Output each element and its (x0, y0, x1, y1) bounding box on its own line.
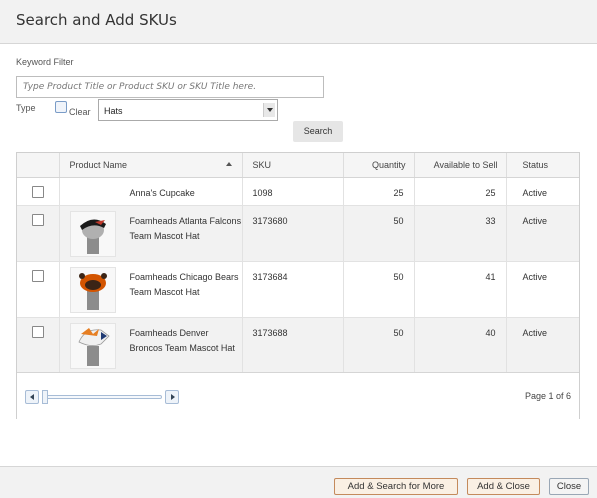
product-name-label: Foamheads Denver Broncos Team Mascot Hat (129, 327, 235, 353)
quantity-cell: 50 (343, 261, 415, 318)
sort-up-icon[interactable] (225, 162, 232, 166)
grid-pager: Page 1 of 6 (17, 372, 579, 419)
header-product-name-label: Product Name (69, 159, 128, 170)
product-thumbnail (69, 266, 116, 313)
sku-cell: 1098 (242, 177, 344, 206)
product-name-cell: Foamheads Chicago Bears Team Mascot Hat (59, 261, 243, 318)
product-name-cell: Foamheads Denver Broncos Team Mascot Hat (59, 317, 243, 374)
checkbox-icon[interactable] (32, 269, 44, 282)
header-select (17, 153, 60, 178)
page-info: Page 1 of 6 (524, 391, 571, 401)
dropdown-arrow-icon[interactable] (263, 103, 275, 117)
header-available[interactable]: Available to Sell (414, 153, 507, 178)
scroll-track[interactable] (42, 395, 162, 399)
table-row[interactable]: Foamheads Atlanta Falcons Team Mascot Ha… (17, 205, 579, 262)
header-status[interactable]: Status (506, 153, 579, 178)
sku-cell: 3173688 (242, 317, 344, 374)
type-select[interactable]: Hats (98, 99, 278, 121)
horizontal-scrollbar[interactable] (25, 390, 179, 404)
product-name-label: Foamheads Atlanta Falcons Team Mascot Ha… (129, 215, 242, 241)
product-thumbnail (69, 322, 116, 369)
scroll-right-icon[interactable] (165, 390, 179, 404)
checkbox-icon[interactable] (32, 325, 44, 338)
header-product-name[interactable]: Product Name (59, 153, 243, 178)
broncos-hat-image (77, 327, 110, 366)
keyword-filter-input[interactable] (16, 76, 324, 98)
available-cell: 25 (414, 177, 507, 206)
sku-grid: Product Name SKU Quantity Available to S… (16, 152, 580, 419)
close-button[interactable]: Close (549, 478, 589, 495)
search-add-skus-dialog: Search and Add SKUs Keyword Filter Type … (0, 0, 597, 498)
available-cell: 33 (414, 205, 507, 262)
row-select-cell (17, 177, 60, 206)
table-row[interactable]: Foamheads Denver Broncos Team Mascot Hat… (17, 317, 579, 374)
available-cell: 40 (414, 317, 507, 374)
sku-table: Product Name SKU Quantity Available to S… (17, 153, 579, 374)
header-quantity[interactable]: Quantity (343, 153, 415, 178)
status-cell: Active (506, 261, 579, 318)
status-cell: Active (506, 205, 579, 262)
dialog-title: Search and Add SKUs (16, 11, 177, 29)
row-select-cell (17, 261, 60, 318)
checkbox-icon[interactable] (32, 185, 44, 198)
sku-cell: 3173684 (242, 261, 344, 318)
scroll-handle[interactable] (42, 390, 48, 404)
product-name-label: Foamheads Chicago Bears Team Mascot Hat (129, 271, 239, 297)
dialog-header: Search and Add SKUs (0, 0, 597, 44)
clear-checkbox[interactable] (55, 101, 67, 113)
checkbox-icon[interactable] (32, 213, 44, 226)
header-sku[interactable]: SKU (242, 153, 344, 178)
dialog-footer: Add & Search for More Add & Close Close (0, 466, 597, 498)
clear-label: Clear (69, 107, 91, 117)
grid-header-row: Product Name SKU Quantity Available to S… (17, 153, 579, 178)
row-select-cell (17, 205, 60, 262)
falcons-hat-image (79, 218, 106, 254)
product-name-cell: Foamheads Atlanta Falcons Team Mascot Ha… (59, 205, 243, 262)
table-row[interactable]: Foamheads Chicago Bears Team Mascot Hat … (17, 261, 579, 318)
product-name-cell: Anna's Cupcake (59, 177, 243, 206)
add-close-button[interactable]: Add & Close (467, 478, 540, 495)
table-row[interactable]: Anna's Cupcake 1098 25 25 Active (17, 177, 579, 206)
quantity-cell: 25 (343, 177, 415, 206)
available-cell: 41 (414, 261, 507, 318)
add-search-more-button[interactable]: Add & Search for More (334, 478, 458, 495)
keyword-filter-label: Keyword Filter (16, 57, 74, 67)
search-button[interactable]: Search (293, 121, 343, 142)
sku-cell: 3173680 (242, 205, 344, 262)
status-cell: Active (506, 317, 579, 374)
bears-hat-image (78, 272, 107, 310)
scroll-left-icon[interactable] (25, 390, 39, 404)
quantity-cell: 50 (343, 317, 415, 374)
type-select-value: Hats (104, 106, 123, 116)
status-cell: Active (506, 177, 579, 206)
product-thumbnail (69, 210, 116, 257)
row-select-cell (17, 317, 60, 374)
type-label: Type (16, 103, 36, 113)
quantity-cell: 50 (343, 205, 415, 262)
